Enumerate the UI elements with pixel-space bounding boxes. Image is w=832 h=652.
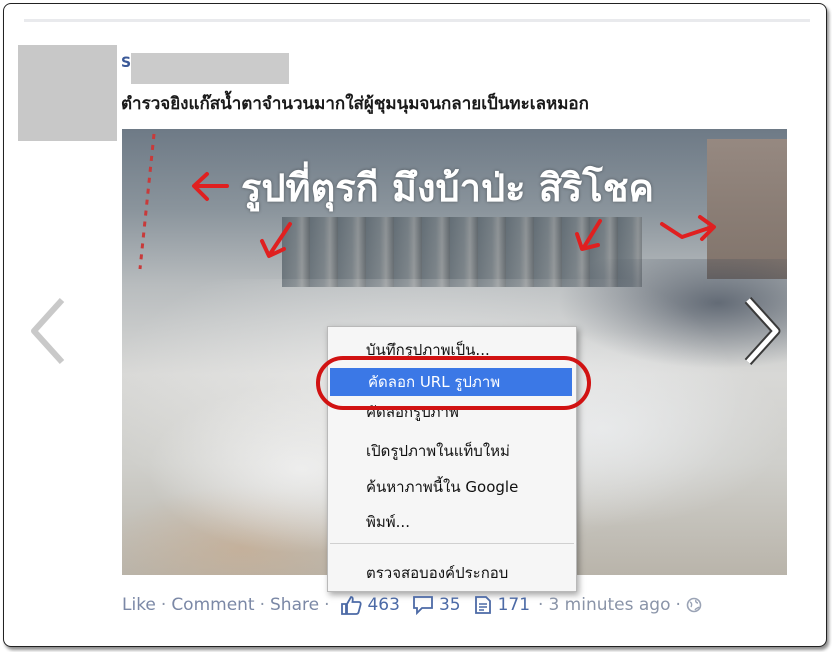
- author-name-redacted[interactable]: [131, 53, 289, 84]
- kite-string: [138, 133, 156, 270]
- share-document-icon[interactable]: [473, 595, 493, 615]
- likes-count[interactable]: 463: [367, 595, 399, 615]
- next-photo-icon[interactable]: [740, 296, 784, 366]
- menu-item-copy-image-url[interactable]: คัดลอก URL รูปภาพ: [330, 368, 572, 396]
- menu-item-save-image[interactable]: บันทึกรูปภาพเป็น...: [328, 336, 576, 364]
- post-text: ตำรวจยิงแก๊สน้ำตาจำนวนมากใส่ผู้ชุมนุมจนก…: [121, 94, 589, 114]
- comments-count[interactable]: 35: [439, 595, 461, 615]
- menu-item-open-image-new-tab[interactable]: เปิดรูปภาพในแท็บใหม่: [328, 437, 576, 465]
- separator: ·: [160, 595, 167, 615]
- arrow-down-left-icon-2: [575, 219, 602, 251]
- timestamp[interactable]: 3 minutes ago: [548, 595, 670, 615]
- author-name-initial[interactable]: S: [121, 55, 131, 71]
- arrow-down-left-icon: [260, 222, 292, 258]
- thumbs-up-icon[interactable]: [340, 595, 363, 615]
- menu-item-copy-image[interactable]: คัดลอกรูปภาพ: [328, 398, 576, 426]
- like-link[interactable]: Like: [122, 595, 156, 615]
- menu-item-print[interactable]: พิมพ์...: [328, 508, 576, 536]
- comment-link[interactable]: Comment: [171, 595, 254, 615]
- arrow-left-icon: [192, 172, 229, 201]
- separator: ·: [259, 595, 266, 615]
- menu-item-inspect-element[interactable]: ตรวจสอบองค์ประกอบ: [328, 559, 576, 587]
- screenshot-frame: S ตำรวจยิงแก๊สน้ำตาจำนวนมากใส่ผู้ชุมนุมจ…: [3, 3, 827, 647]
- arrow-right-icon: [660, 215, 716, 241]
- context-menu: บันทึกรูปภาพเป็น... คัดลอก URL รูปภาพ คั…: [327, 326, 577, 592]
- globe-privacy-icon[interactable]: [686, 597, 702, 613]
- previous-photo-icon[interactable]: [26, 296, 70, 366]
- post-actions: Like · Comment · Share · 463 35 171 · 3 …: [122, 595, 704, 615]
- separator: ·: [324, 595, 330, 615]
- feed-divider: [24, 19, 810, 22]
- separator: ·: [538, 595, 544, 615]
- share-link[interactable]: Share: [270, 595, 319, 615]
- comment-bubble-icon[interactable]: [412, 595, 434, 615]
- avatar[interactable]: [18, 45, 117, 141]
- photo-caption: รูปที่ตุรกี มึงบ้าป่ะ สิริโชค: [241, 166, 654, 210]
- shares-count[interactable]: 171: [498, 595, 530, 615]
- menu-separator: [330, 543, 574, 544]
- separator: ·: [675, 595, 681, 615]
- menu-item-search-google[interactable]: ค้นหาภาพนี้ใน Google: [328, 473, 576, 501]
